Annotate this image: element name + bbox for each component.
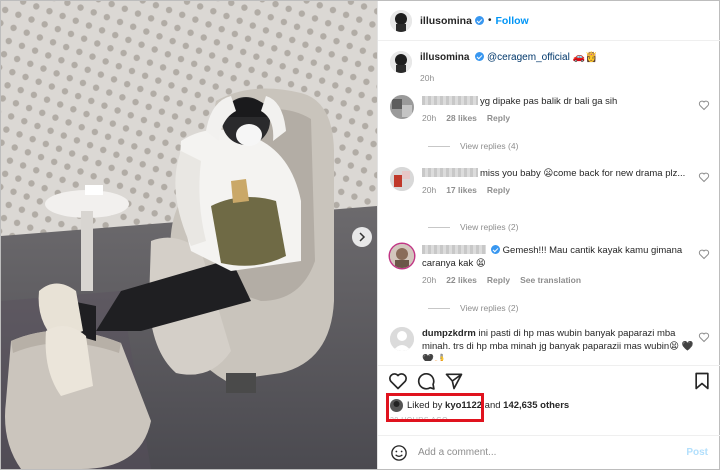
blurred-username: [422, 168, 478, 177]
post-comment-button[interactable]: Post: [686, 447, 708, 458]
post-header: illusomina • Follow: [378, 1, 720, 41]
photo-illustration: [1, 1, 377, 469]
reply-button[interactable]: Reply: [487, 113, 510, 123]
add-comment-input[interactable]: [418, 447, 687, 458]
like-heart-icon[interactable]: [388, 371, 408, 391]
caption-time: 20h: [420, 73, 435, 83]
reply-button[interactable]: Reply: [487, 275, 510, 285]
comment-item: miss you baby 😦come back for new drama p…: [390, 167, 710, 195]
commenter-avatar[interactable]: [390, 95, 414, 119]
verified-badge-icon: [474, 16, 484, 25]
commenter-avatar[interactable]: [390, 327, 414, 351]
view-replies-button[interactable]: View replies (4): [428, 141, 518, 151]
caption-mention[interactable]: @ceragem_official: [487, 52, 570, 63]
caption-avatar[interactable]: [390, 51, 412, 73]
post-actions: [378, 367, 720, 395]
comment-item: dumpzkdrm ini pasti di hp mas wubin bany…: [390, 327, 710, 361]
post-caption: illusomina @ceragem_official 🚗👸 20h: [390, 51, 710, 85]
caption-emoji: 🚗👸: [572, 52, 598, 63]
highlight-box: [386, 393, 484, 422]
commenter-username[interactable]: dumpzkdrm: [422, 328, 476, 339]
liked-by-and: and: [484, 400, 501, 411]
caption-username[interactable]: illusomina: [420, 52, 469, 63]
comment-item: yg dipake pas balik dr bali ga sih 20h 2…: [390, 95, 710, 123]
actions-divider: [378, 365, 720, 366]
author-avatar[interactable]: [390, 9, 412, 32]
next-photo-button[interactable]: [352, 227, 372, 247]
blurred-username: [422, 96, 478, 105]
comment-time: 20h: [422, 185, 437, 195]
separator-dot: •: [487, 15, 492, 26]
comment-likes[interactable]: 17 likes: [446, 185, 477, 195]
add-comment-bar: Post: [378, 435, 720, 469]
comment-text: yg dipake pas balik dr bali ga sih: [480, 96, 618, 107]
heart-icon[interactable]: [698, 99, 710, 111]
chevron-right-icon: [359, 232, 366, 242]
comment-item: Gemesh!!! Mau cantik kayak kamu gimana c…: [390, 244, 710, 285]
blurred-username: [422, 245, 486, 254]
comment-bubble-icon[interactable]: [416, 371, 436, 391]
comment-likes[interactable]: 22 likes: [446, 275, 477, 285]
view-replies-button[interactable]: View replies (2): [428, 303, 518, 313]
commenter-avatar[interactable]: [390, 244, 414, 268]
verified-badge-icon: [491, 245, 500, 254]
view-replies-button[interactable]: View replies (2): [428, 222, 518, 232]
comment-time: 20h: [422, 275, 437, 285]
verified-badge-icon: [475, 52, 485, 61]
post-photo[interactable]: [1, 1, 377, 469]
likes-count[interactable]: 142,635 others: [503, 400, 569, 411]
commenter-avatar[interactable]: [390, 167, 414, 191]
comment-time: 20h: [422, 113, 437, 123]
heart-icon[interactable]: [698, 248, 710, 260]
follow-button[interactable]: Follow: [495, 15, 528, 27]
author-username[interactable]: illusomina: [420, 15, 472, 27]
emoji-icon[interactable]: [390, 444, 408, 462]
heart-icon[interactable]: [698, 171, 710, 183]
heart-icon[interactable]: [698, 331, 710, 343]
comment-text: miss you baby 😦come back for new drama p…: [480, 168, 686, 179]
bookmark-icon[interactable]: [692, 371, 712, 391]
comment-likes[interactable]: 28 likes: [446, 113, 477, 123]
reply-button[interactable]: Reply: [487, 185, 510, 195]
share-send-icon[interactable]: [444, 371, 464, 391]
see-translation-button[interactable]: See translation: [520, 275, 581, 285]
